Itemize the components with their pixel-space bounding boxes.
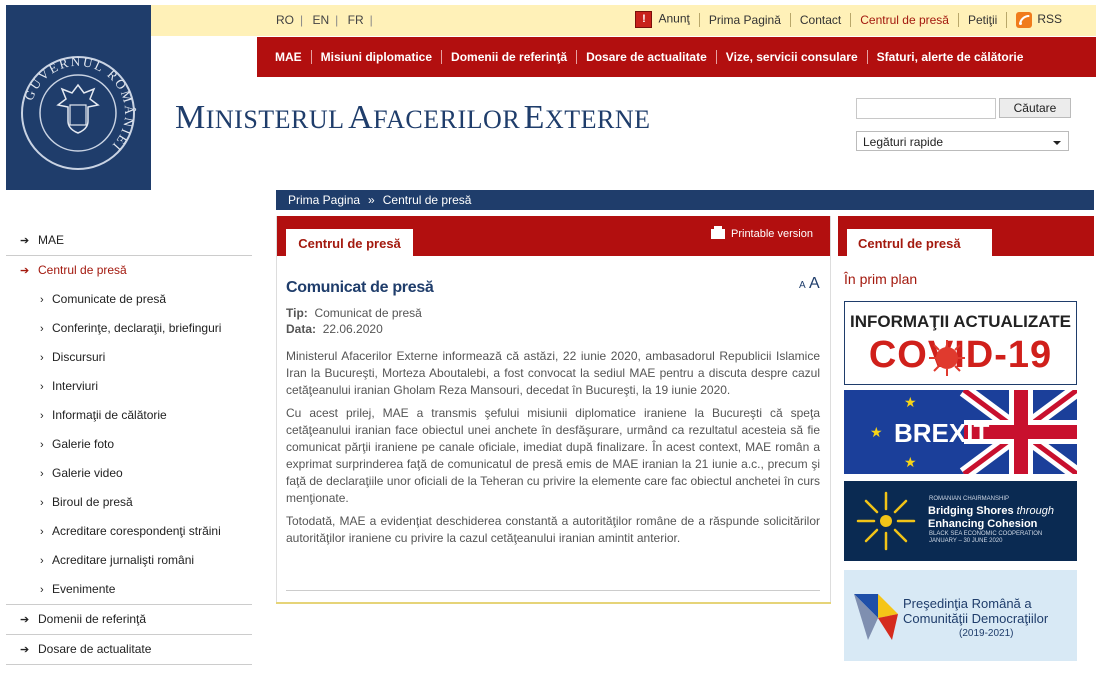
tab-right-press-center[interactable]: Centrul de presă [847, 229, 992, 256]
chevron-right-icon: › [40, 294, 44, 306]
search-input[interactable] [856, 98, 996, 119]
main-nav: MAE Misiuni diplomatice Domenii de refer… [257, 37, 1096, 77]
search-button[interactable]: Căutare [999, 98, 1071, 118]
article-paragraph: Totodată, MAE a evidenţiat deschiderea c… [286, 514, 820, 545]
arrow-right-icon: ➔ [20, 614, 30, 626]
democracies-presidency-banner[interactable]: Preşedinţia Română a Comunităţii Democraţ… [844, 570, 1077, 661]
article-paragraph: Ministerul Afacerilor Externe informează… [286, 349, 820, 397]
arrow-right-icon: ➔ [20, 265, 30, 277]
lang-en[interactable]: EN [312, 13, 329, 27]
svg-text:★: ★ [904, 395, 917, 411]
nav-domains[interactable]: Domenii de referinţă [441, 50, 576, 64]
svg-text:GUVERNUL ROMÂNIEI: GUVERNUL ROMÂNIEI [21, 54, 137, 155]
svg-text:★: ★ [870, 425, 883, 441]
tab-press-center[interactable]: Centrul de presă [286, 229, 413, 256]
sidebar-subitem[interactable]: › Acreditare jurnalişti români [6, 546, 252, 575]
article-body: Ministerul Afacerilor Externe informează… [286, 348, 820, 553]
brexit-banner[interactable]: ★ ★ ★ BREXIT [844, 390, 1077, 474]
sidebar-subitem[interactable]: › Galerie video [6, 459, 252, 488]
featured-heading: În prim plan [844, 271, 918, 287]
chevron-right-icon: › [40, 381, 44, 393]
sidebar-subitem[interactable]: › Discursuri [6, 343, 252, 372]
article-date: 22.06.2020 [322, 322, 383, 336]
printable-version-link[interactable]: Printable version [711, 226, 813, 240]
breadcrumb: Prima Pagina» Centrul de presă [276, 190, 1094, 210]
sunburst-icon [856, 491, 916, 551]
article-title: Comunicat de presă [286, 279, 434, 296]
sidebar-subitem[interactable]: › Interviuri [6, 372, 252, 401]
chevron-down-icon [1053, 141, 1061, 145]
sidebar-subitem[interactable]: › Evenimente [6, 575, 252, 605]
contact-link[interactable]: Contact [789, 12, 850, 27]
nav-travel-alerts[interactable]: Sfaturi, alerte de călătorie [866, 50, 1033, 64]
rss-icon [1016, 11, 1033, 28]
article-header-band: Centrul de presă Printable version [277, 216, 830, 256]
sidebar-item-mae[interactable]: ➔ MAE [6, 226, 252, 256]
anunt-link[interactable]: ! Anunţ [626, 11, 698, 28]
brexit-label: BREXIT [894, 418, 990, 448]
arrow-right-icon: ➔ [20, 644, 30, 656]
petitions-link[interactable]: Petiţii [957, 12, 1006, 27]
government-logo[interactable]: GUVERNUL ROMÂNIEI [6, 5, 151, 190]
breadcrumb-current[interactable]: Centrul de presă [383, 193, 472, 207]
breadcrumb-home[interactable]: Prima Pagina [288, 193, 360, 207]
article-panel: Centrul de presă Printable version Comun… [276, 216, 831, 604]
sidebar-subitem[interactable]: › Comunicate de presă [6, 285, 252, 314]
sidebar: ➔ MAE ➔ Centrul de presă › Comunicate de pr… [6, 226, 252, 665]
government-seal-icon: GUVERNUL ROMÂNIEI [21, 54, 137, 170]
quick-links-select[interactable]: Legături rapide [856, 131, 1069, 151]
article-paragraph: Cu acest prilej, MAE a transmis şefului … [286, 406, 820, 505]
alert-icon: ! [635, 11, 653, 28]
sidebar-subitem[interactable]: › Informaţii de călătorie [6, 401, 252, 430]
virus-icon [929, 340, 965, 376]
nav-dossiers[interactable]: Dosare de actualitate [576, 50, 716, 64]
right-header-band: Centrul de presă [838, 216, 1094, 256]
chevron-right-icon: › [40, 555, 44, 567]
sidebar-item-press-center[interactable]: ➔ Centrul de presă [6, 256, 252, 285]
sidebar-subitem[interactable]: › Galerie foto [6, 430, 252, 459]
font-larger-button[interactable]: A [809, 275, 820, 292]
chevron-right-icon: › [40, 439, 44, 451]
divider [286, 590, 820, 591]
sidebar-subitem[interactable]: › Conferinţe, declaraţii, briefinguri [6, 314, 252, 343]
sidebar-subitem[interactable]: › Acreditare corespondenţi străini [6, 517, 252, 546]
font-size-controls: A A [799, 275, 820, 293]
nav-visas[interactable]: Vize, servicii consulare [715, 50, 867, 64]
site-title[interactable]: MINISTERUL AFACERILOR EXTERNE [175, 99, 650, 137]
chevron-right-icon: › [40, 323, 44, 335]
covid-banner[interactable]: INFORMAŢII ACTUALIZATE COVID-19 [844, 301, 1077, 385]
chevron-right-icon: › [40, 352, 44, 364]
article-meta: Tip: Comunicat de presă Data: 22.06.2020 [286, 306, 422, 336]
press-center-link[interactable]: Centrul de presă [850, 12, 958, 27]
home-link[interactable]: Prima Pagină [698, 12, 790, 27]
lang-ro[interactable]: RO [276, 13, 294, 27]
top-links: ! Anunţ Prima Pagină Contact Centrul de p… [626, 11, 1071, 28]
lang-fr[interactable]: FR [348, 13, 364, 27]
rss-link[interactable]: RSS [1006, 11, 1071, 28]
arrow-right-icon: ➔ [20, 235, 30, 247]
language-switcher: RO | EN | FR | [276, 13, 373, 27]
font-smaller-button[interactable]: A [799, 280, 806, 291]
chevron-right-icon: › [40, 497, 44, 509]
divider [276, 602, 831, 604]
nav-mae[interactable]: MAE [257, 50, 311, 64]
chevron-right-icon: › [40, 468, 44, 480]
chevron-right-icon: › [40, 584, 44, 596]
article-type: Comunicat de presă [314, 306, 422, 320]
chevron-right-icon: › [40, 410, 44, 422]
sidebar-item-dossiers[interactable]: ➔ Dosare de actualitate [6, 635, 252, 665]
community-democracies-logo-icon [854, 594, 898, 640]
svg-text:★: ★ [904, 455, 917, 471]
chevron-right-icon: › [40, 526, 44, 538]
sidebar-subitem[interactable]: › Biroul de presă [6, 488, 252, 517]
bsec-banner[interactable]: ROMANIAN CHAIRMANSHIP Bridging Shores th… [844, 481, 1077, 561]
printer-icon [711, 226, 725, 240]
sidebar-item-domains[interactable]: ➔ Domenii de referinţă [6, 605, 252, 635]
nav-missions[interactable]: Misiuni diplomatice [310, 50, 441, 64]
